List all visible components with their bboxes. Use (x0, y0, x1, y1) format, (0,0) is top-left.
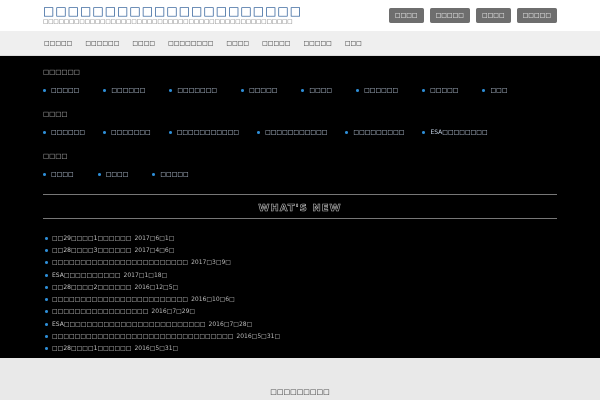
bullet-icon (45, 261, 48, 265)
header-button-group: □□□□ □□□□□ □□□□ □□□□□ (388, 8, 557, 23)
news-item[interactable]: □□28□□□□3□□□□□□ 2017□4□6□ (45, 244, 280, 256)
section-1-link[interactable]: □□□ (482, 87, 508, 94)
nav-item-4[interactable]: □□□□□□□□ (168, 40, 213, 47)
main-nav: □□□□□ □□□□□□ □□□□ □□□□□□□□ □□□□ □□□□□ □□… (0, 31, 600, 56)
bullet-icon (241, 89, 245, 92)
section-heading-2: □□□□ (43, 110, 68, 118)
section-1-link[interactable]: □□□□□ (241, 87, 277, 94)
bullet-icon (356, 89, 360, 92)
footer-title: □□□□□□□□□ (270, 388, 330, 396)
news-item[interactable]: ESA□□□□□□□□□□ 2017□1□18□ (45, 269, 280, 281)
header-button-2[interactable]: □□□□□ (429, 8, 470, 23)
header-button-4[interactable]: □□□□□ (516, 8, 557, 23)
section-2-link[interactable]: □□□□□□□ (103, 129, 151, 136)
section-heading-3: □□□□ (43, 152, 68, 160)
whats-new-heading: WHAT'S NEW (258, 203, 342, 215)
bullet-icon (422, 89, 426, 92)
section-2-link[interactable]: □□□□□□□□□□□ (168, 129, 239, 136)
news-item[interactable]: □□□□□□□□□□□□□□□□□□□□□□□□□□□□□□□□ 2016□5□3… (45, 330, 280, 342)
header-button-3[interactable]: □□□□ (475, 8, 511, 23)
section-2-link[interactable]: □□□□□□ (43, 129, 85, 136)
section-2-link[interactable]: ESA□□□□□□□□ (422, 129, 488, 136)
bullet-icon (103, 89, 107, 92)
bullet-icon (152, 173, 156, 176)
bullet-icon (45, 335, 48, 339)
section-3-link[interactable]: □□□□ (43, 171, 74, 178)
bullet-icon (169, 89, 173, 92)
section-2-link[interactable]: □□□□□□□□□ (345, 129, 404, 136)
bullet-icon (43, 131, 46, 134)
bullet-icon (43, 173, 46, 176)
site-header: □□□□□□□□□□□□□□□□□□□□□ □□□□□□□□□□□□□□□□□□… (0, 0, 600, 31)
bullet-icon (45, 285, 48, 289)
divider-bottom (43, 218, 557, 219)
bullet-icon (301, 89, 305, 92)
section-1-link[interactable]: □□□□□□ (356, 87, 398, 94)
section-1-link[interactable]: □□□□□ (43, 87, 79, 94)
nav-item-7[interactable]: □□□□□ (303, 40, 331, 47)
nav-item-5[interactable]: □□□□ (226, 40, 249, 47)
section-1-link[interactable]: □□□□□□□ (169, 87, 217, 94)
news-item[interactable]: □□□□□□□□□□□□□□□□□□□□□□□□ 2017□3□9□ (45, 257, 280, 269)
site-title[interactable]: □□□□□□□□□□□□□□□□□□□□□ (43, 4, 302, 18)
bullet-icon (45, 347, 48, 351)
bullet-icon (422, 131, 426, 134)
site-description: □□□□□□□□□□□□□□□□□□□□□□□□□□□□□□□□□□□□□□□□… (43, 19, 293, 25)
news-item[interactable]: □□29□□□□1□□□□□□ 2017□6□1□ (45, 232, 280, 244)
section-2-link[interactable]: □□□□□□□□□□□ (257, 129, 327, 136)
bullet-icon (45, 273, 48, 277)
section-heading-1: □□□□□□ (43, 68, 80, 76)
bullet-icon (97, 173, 101, 176)
nav-list: □□□□□ □□□□□□ □□□□ □□□□□□□□ □□□□ □□□□□ □□… (44, 31, 375, 56)
section-1-links: □□□□□ □□□□□□ □□□□□□□ □□□□□ □□□□ □□□□□□ □… (43, 87, 508, 94)
section-1-link[interactable]: □□□□ (301, 87, 332, 94)
news-item[interactable]: □□□□□□□□□□□□□□□□□□□□□□□□ 2016□10□6□ (45, 293, 280, 305)
bullet-icon (482, 89, 486, 92)
nav-item-3[interactable]: □□□□ (132, 40, 155, 47)
section-3-link[interactable]: □□□□□ (152, 171, 189, 178)
section-1-link[interactable]: □□□□□□ (103, 87, 145, 94)
header-button-1[interactable]: □□□□ (388, 8, 424, 23)
bullet-icon (43, 89, 46, 92)
bullet-icon (45, 322, 48, 326)
news-item[interactable]: □□□□□□□□□□□□□□□□□ 2016□7□29□ (45, 306, 280, 318)
bullet-icon (45, 248, 48, 252)
news-item[interactable]: □□28□□□□2□□□□□□ 2016□12□5□ (45, 281, 280, 293)
section-1-link[interactable]: □□□□□ (422, 87, 458, 94)
bullet-icon (257, 131, 261, 134)
bullet-icon (103, 131, 107, 134)
bullet-icon (45, 236, 48, 240)
section-3-links: □□□□ □□□□ □□□□□ (43, 171, 189, 178)
bullet-icon (168, 131, 172, 134)
site-footer: □□□□□□□□□ (0, 358, 600, 400)
news-item[interactable]: ESA□□□□□□□□□□□□□□□□□□□□□□□□□ 2016□7□28□ (45, 318, 280, 330)
news-item[interactable]: □□28□□□□1□□□□□□ 2016□5□31□ (45, 343, 280, 355)
divider-top (43, 194, 557, 195)
main-content: □□□□□□ □□□□□ □□□□□□ □□□□□□□ □□□□□ □□□□ □… (0, 56, 600, 358)
nav-item-8[interactable]: □□□ (345, 40, 362, 47)
news-list: □□29□□□□1□□□□□□ 2017□6□1□ □□28□□□□3□□□□□□… (45, 232, 280, 355)
section-2-links: □□□□□□ □□□□□□□ □□□□□□□□□□□ □□□□□□□□□□□ □… (43, 129, 488, 136)
nav-item-2[interactable]: □□□□□□ (85, 40, 119, 47)
bullet-icon (345, 131, 349, 134)
nav-item-1[interactable]: □□□□□ (44, 40, 72, 47)
bullet-icon (45, 298, 48, 302)
bullet-icon (45, 310, 48, 314)
section-3-link[interactable]: □□□□ (97, 171, 128, 178)
nav-item-6[interactable]: □□□□□ (262, 40, 290, 47)
